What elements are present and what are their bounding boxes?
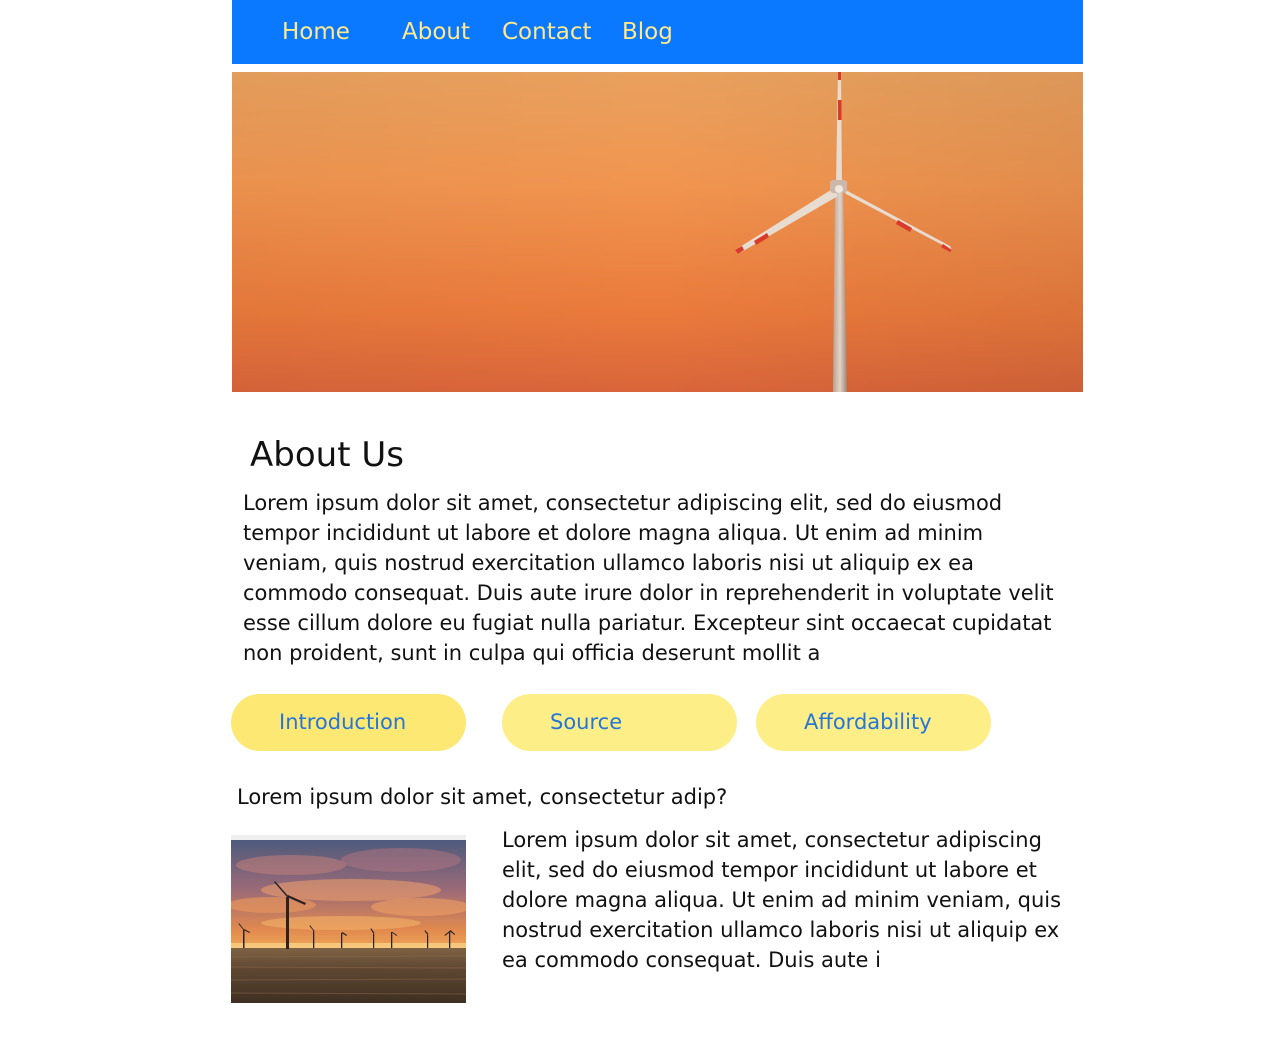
tab-affordability[interactable]: Affordability bbox=[756, 694, 991, 751]
section-thumbnail bbox=[231, 835, 466, 1003]
wind-turbine-sunset-image bbox=[232, 72, 1083, 392]
tab-affordability-label: Affordability bbox=[804, 710, 932, 734]
nav-link-about[interactable]: About bbox=[402, 17, 470, 47]
tab-introduction-label: Introduction bbox=[279, 710, 407, 734]
about-heading: About Us bbox=[250, 435, 404, 475]
about-paragraph: Lorem ipsum dolor sit amet, consectetur … bbox=[243, 491, 1054, 665]
tab-introduction[interactable]: Introduction bbox=[231, 694, 466, 751]
tab-source[interactable]: Source bbox=[502, 694, 737, 751]
page: Home About Contact Blog About Us Lorem i… bbox=[0, 0, 1280, 1047]
wind-farm-sunset-image bbox=[231, 835, 466, 1003]
nav-link-contact[interactable]: Contact bbox=[502, 17, 591, 47]
nav-link-blog[interactable]: Blog bbox=[622, 17, 673, 47]
nav-link-home[interactable]: Home bbox=[282, 17, 350, 47]
section-question: Lorem ipsum dolor sit amet, consectetur … bbox=[237, 785, 728, 809]
section-paragraph: Lorem ipsum dolor sit amet, consectetur … bbox=[502, 828, 1062, 972]
top-navbar: Home About Contact Blog bbox=[232, 0, 1083, 64]
hero-image bbox=[232, 72, 1083, 392]
tab-source-label: Source bbox=[550, 710, 623, 734]
